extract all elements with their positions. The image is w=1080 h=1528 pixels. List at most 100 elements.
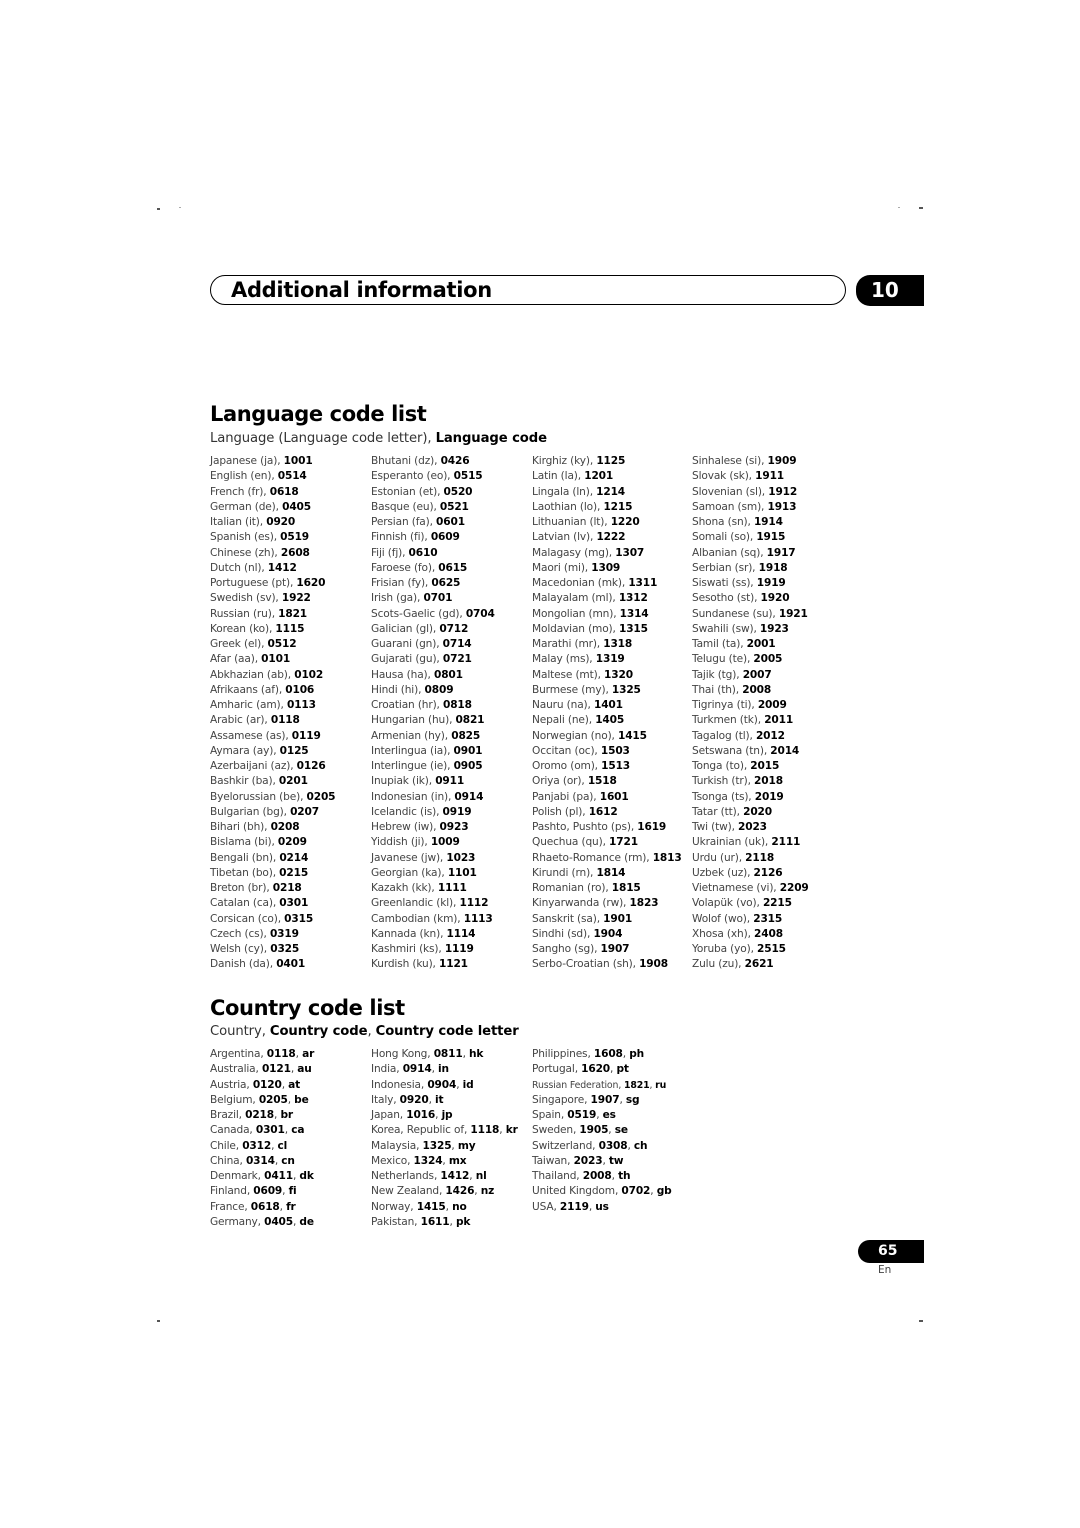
subtitle-bold-letter: Country code letter [375,1024,519,1039]
language-entry: Setswana (tn), 2014 [692,744,809,759]
language-name: Siswati (ss), [692,577,757,589]
language-entry: Swahili (sw), 1923 [692,622,809,637]
language-entry: Persian (fa), 0601 [371,515,495,530]
language-code: 1401 [593,699,623,711]
language-entry: Telugu (te), 2005 [692,652,809,667]
language-entry: Aymara (ay), 0125 [210,744,335,759]
country-name: Philippines [532,1048,588,1060]
language-name: Interlingua (ia), [371,744,454,757]
language-name: Tigrinya (ti), [692,699,758,711]
country-code-letter: gb [656,1185,672,1198]
language-section-title: Language code list [210,402,427,426]
language-name: Sinhalese (si), [692,455,768,467]
language-code: 0615 [438,561,468,574]
crop-mark-bottom-left [157,1320,160,1322]
language-code: 1815 [611,882,641,894]
language-name: Finnish (fi), [371,531,431,544]
country-entry: Austria, 0120, at [210,1078,301,1091]
language-code: 0618 [269,485,299,498]
country-code-letter: pk [455,1215,471,1228]
language-code: 0119 [291,729,321,742]
language-name: Sanskrit (sa), [532,912,604,925]
language-code: 0208 [270,821,300,833]
language-entry: German (de), 0405 [210,500,335,515]
language-column-4: Sinhalese (si), 1909 Slovak (sk), 1911 Slo… [692,454,809,973]
country-code-letter: nl [475,1170,487,1182]
language-name: Sangho (sg), [532,943,601,955]
language-name: Kannada (kn), [371,927,447,940]
language-code: 1009 [430,836,460,849]
language-entry: Esperanto (eo), 0515 [371,469,495,484]
language-name: Abkhazian (ab), [210,668,295,681]
language-code: 2118 [745,851,775,864]
country-code: 0920 [399,1093,429,1106]
language-entry: Tibetan (bo), 0215 [210,866,335,881]
language-name: Gujarati (gu), [371,653,443,666]
country-code: 0811 [433,1048,463,1060]
language-entry: Maltese (mt), 1320 [532,668,682,683]
country-name: Sweden [532,1124,573,1137]
language-name: Tagalog (tl), [692,729,756,742]
country-name: Denmark [210,1170,258,1182]
language-code: 0401 [276,958,306,971]
language-code: 0215 [279,866,309,879]
language-entry: Tsonga (ts), 2019 [692,790,809,805]
language-name: Czech (cs), [210,927,270,940]
language-name: Urdu (ur), [692,851,746,864]
language-code: 1215 [603,500,633,513]
language-entry: Cambodian (km), 1113 [371,912,495,927]
language-code: 0521 [439,500,469,513]
country-column-1: Argentina, 0118, ar Australia, 0121, au Au… [210,1047,314,1230]
language-name: Slovak (sk), [692,470,756,483]
language-entry: Nauru (na), 1401 [532,698,682,713]
language-entry: Tatar (tt), 2020 [692,805,809,820]
language-name: Maltese (mt), [532,668,605,681]
country-entry: New Zealand, 1426, nz [371,1185,495,1198]
country-name: Indonesia [371,1078,421,1091]
language-entry: Lithuanian (lt), 1220 [532,515,682,530]
language-entry: Italian (it), 0920 [210,515,335,530]
language-name: Tonga (to), [692,760,751,772]
language-code: 2018 [754,775,783,788]
country-name: Malaysia [371,1139,417,1152]
language-code: 1911 [755,470,785,483]
country-code: 1608 [593,1048,623,1060]
language-entry: Shona (sn), 1914 [692,515,809,530]
language-entry: Macedonian (mk), 1311 [532,576,682,591]
language-code: 1214 [596,485,626,498]
language-name: Amharic (am), [210,699,287,711]
country-code: 0121 [261,1063,291,1076]
language-entry: Sinhalese (si), 1909 [692,454,809,469]
language-code: 1112 [459,897,489,910]
language-code: 1415 [617,729,647,742]
language-entry: Siswati (ss), 1919 [692,576,809,591]
language-entry: Urdu (ur), 2118 [692,851,809,866]
country-name: Germany [210,1215,258,1228]
chapter-number-badge: 10 [856,275,924,306]
language-code: 1115 [275,622,305,635]
language-code: 1320 [604,668,633,681]
chapter-header: Additional information [210,275,846,305]
country-code: 1426 [445,1185,475,1198]
country-name: Singapore [532,1093,585,1106]
country-code: 1412 [440,1170,470,1182]
language-name: Guarani (gn), [371,638,443,650]
language-entry: Marathi (mr), 1318 [532,637,682,652]
language-entry: Hausa (ha), 0801 [371,668,495,683]
country-entry: Spain, 0519, es [532,1109,616,1121]
language-entry: Thai (th), 2008 [692,683,809,698]
language-name: Volapük (vo), [692,897,763,910]
country-entry: Brazil, 0218, br [210,1109,293,1121]
country-name: Australia [210,1063,256,1076]
language-code: 2408 [754,927,783,940]
language-code: 1923 [759,622,789,635]
language-code: 0301 [279,897,309,910]
language-entry: Dutch (nl), 1412 [210,561,335,576]
language-entry: Albanian (sq), 1917 [692,546,809,561]
language-entry: Xhosa (xh), 2408 [692,927,809,942]
language-entry: Czech (cs), 0319 [210,927,335,942]
language-entry: Bislama (bi), 0209 [210,835,335,850]
country-entry: Taiwan, 2023, tw [532,1154,624,1167]
country-column-3: Philippines, 1608, ph Portugal, 1620, pt R… [532,1047,672,1215]
language-name: Bashkir (ba), [210,775,279,788]
